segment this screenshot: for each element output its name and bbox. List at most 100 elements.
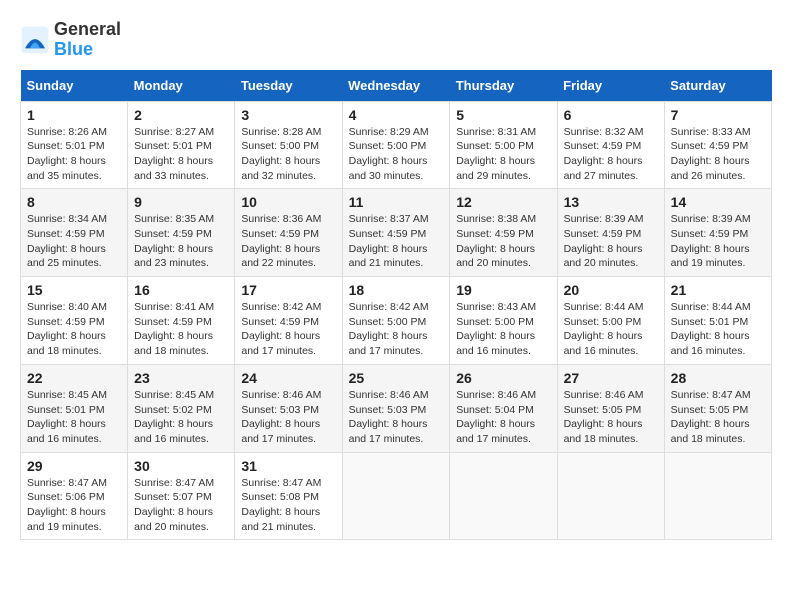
calendar-cell: 15 Sunrise: 8:40 AM Sunset: 4:59 PM Dayl… xyxy=(21,277,128,365)
day-number: 12 xyxy=(456,194,550,210)
page-header: General Blue xyxy=(20,20,772,60)
calendar-cell: 29 Sunrise: 8:47 AM Sunset: 5:06 PM Dayl… xyxy=(21,452,128,540)
day-info: Sunrise: 8:41 AM Sunset: 4:59 PM Dayligh… xyxy=(134,300,228,359)
calendar-cell: 16 Sunrise: 8:41 AM Sunset: 4:59 PM Dayl… xyxy=(128,277,235,365)
calendar-week-row: 15 Sunrise: 8:40 AM Sunset: 4:59 PM Dayl… xyxy=(21,277,772,365)
day-number: 16 xyxy=(134,282,228,298)
day-info: Sunrise: 8:39 AM Sunset: 4:59 PM Dayligh… xyxy=(564,212,658,271)
weekday-header: Thursday xyxy=(450,70,557,102)
day-number: 19 xyxy=(456,282,550,298)
day-info: Sunrise: 8:46 AM Sunset: 5:05 PM Dayligh… xyxy=(564,388,658,447)
calendar-cell: 4 Sunrise: 8:29 AM Sunset: 5:00 PM Dayli… xyxy=(342,101,450,189)
day-info: Sunrise: 8:44 AM Sunset: 5:01 PM Dayligh… xyxy=(671,300,765,359)
calendar-week-row: 1 Sunrise: 8:26 AM Sunset: 5:01 PM Dayli… xyxy=(21,101,772,189)
weekday-header: Friday xyxy=(557,70,664,102)
calendar-cell: 6 Sunrise: 8:32 AM Sunset: 4:59 PM Dayli… xyxy=(557,101,664,189)
calendar-cell: 9 Sunrise: 8:35 AM Sunset: 4:59 PM Dayli… xyxy=(128,189,235,277)
day-number: 15 xyxy=(27,282,121,298)
day-number: 14 xyxy=(671,194,765,210)
calendar-cell: 24 Sunrise: 8:46 AM Sunset: 5:03 PM Dayl… xyxy=(235,364,342,452)
weekday-header: Sunday xyxy=(21,70,128,102)
calendar-cell: 28 Sunrise: 8:47 AM Sunset: 5:05 PM Dayl… xyxy=(664,364,771,452)
day-number: 23 xyxy=(134,370,228,386)
calendar-cell: 31 Sunrise: 8:47 AM Sunset: 5:08 PM Dayl… xyxy=(235,452,342,540)
day-number: 27 xyxy=(564,370,658,386)
day-info: Sunrise: 8:40 AM Sunset: 4:59 PM Dayligh… xyxy=(27,300,121,359)
calendar-cell: 2 Sunrise: 8:27 AM Sunset: 5:01 PM Dayli… xyxy=(128,101,235,189)
day-info: Sunrise: 8:37 AM Sunset: 4:59 PM Dayligh… xyxy=(349,212,444,271)
calendar-cell: 27 Sunrise: 8:46 AM Sunset: 5:05 PM Dayl… xyxy=(557,364,664,452)
logo-text: General Blue xyxy=(54,20,121,60)
calendar-cell: 8 Sunrise: 8:34 AM Sunset: 4:59 PM Dayli… xyxy=(21,189,128,277)
day-number: 17 xyxy=(241,282,335,298)
day-number: 4 xyxy=(349,107,444,123)
day-info: Sunrise: 8:47 AM Sunset: 5:06 PM Dayligh… xyxy=(27,476,121,535)
day-number: 7 xyxy=(671,107,765,123)
calendar-cell: 17 Sunrise: 8:42 AM Sunset: 4:59 PM Dayl… xyxy=(235,277,342,365)
day-number: 1 xyxy=(27,107,121,123)
day-number: 22 xyxy=(27,370,121,386)
day-info: Sunrise: 8:47 AM Sunset: 5:07 PM Dayligh… xyxy=(134,476,228,535)
calendar-body: 1 Sunrise: 8:26 AM Sunset: 5:01 PM Dayli… xyxy=(21,101,772,540)
day-number: 18 xyxy=(349,282,444,298)
calendar-cell: 19 Sunrise: 8:43 AM Sunset: 5:00 PM Dayl… xyxy=(450,277,557,365)
day-number: 11 xyxy=(349,194,444,210)
calendar-cell: 30 Sunrise: 8:47 AM Sunset: 5:07 PM Dayl… xyxy=(128,452,235,540)
day-number: 3 xyxy=(241,107,335,123)
day-info: Sunrise: 8:47 AM Sunset: 5:08 PM Dayligh… xyxy=(241,476,335,535)
calendar-cell xyxy=(342,452,450,540)
day-info: Sunrise: 8:44 AM Sunset: 5:00 PM Dayligh… xyxy=(564,300,658,359)
calendar-cell: 13 Sunrise: 8:39 AM Sunset: 4:59 PM Dayl… xyxy=(557,189,664,277)
day-number: 5 xyxy=(456,107,550,123)
day-info: Sunrise: 8:34 AM Sunset: 4:59 PM Dayligh… xyxy=(27,212,121,271)
day-info: Sunrise: 8:36 AM Sunset: 4:59 PM Dayligh… xyxy=(241,212,335,271)
calendar-cell: 1 Sunrise: 8:26 AM Sunset: 5:01 PM Dayli… xyxy=(21,101,128,189)
day-info: Sunrise: 8:33 AM Sunset: 4:59 PM Dayligh… xyxy=(671,125,765,184)
calendar-week-row: 8 Sunrise: 8:34 AM Sunset: 4:59 PM Dayli… xyxy=(21,189,772,277)
day-info: Sunrise: 8:46 AM Sunset: 5:03 PM Dayligh… xyxy=(241,388,335,447)
calendar-cell: 20 Sunrise: 8:44 AM Sunset: 5:00 PM Dayl… xyxy=(557,277,664,365)
day-number: 25 xyxy=(349,370,444,386)
day-number: 9 xyxy=(134,194,228,210)
calendar-cell xyxy=(557,452,664,540)
calendar-cell: 21 Sunrise: 8:44 AM Sunset: 5:01 PM Dayl… xyxy=(664,277,771,365)
day-info: Sunrise: 8:43 AM Sunset: 5:00 PM Dayligh… xyxy=(456,300,550,359)
weekday-header: Wednesday xyxy=(342,70,450,102)
day-number: 31 xyxy=(241,458,335,474)
calendar-cell xyxy=(664,452,771,540)
day-number: 10 xyxy=(241,194,335,210)
day-info: Sunrise: 8:46 AM Sunset: 5:04 PM Dayligh… xyxy=(456,388,550,447)
calendar-header: SundayMondayTuesdayWednesdayThursdayFrid… xyxy=(21,70,772,102)
day-info: Sunrise: 8:31 AM Sunset: 5:00 PM Dayligh… xyxy=(456,125,550,184)
day-info: Sunrise: 8:35 AM Sunset: 4:59 PM Dayligh… xyxy=(134,212,228,271)
calendar-cell: 12 Sunrise: 8:38 AM Sunset: 4:59 PM Dayl… xyxy=(450,189,557,277)
day-number: 20 xyxy=(564,282,658,298)
day-info: Sunrise: 8:39 AM Sunset: 4:59 PM Dayligh… xyxy=(671,212,765,271)
day-number: 8 xyxy=(27,194,121,210)
calendar-week-row: 29 Sunrise: 8:47 AM Sunset: 5:06 PM Dayl… xyxy=(21,452,772,540)
day-info: Sunrise: 8:32 AM Sunset: 4:59 PM Dayligh… xyxy=(564,125,658,184)
day-number: 30 xyxy=(134,458,228,474)
calendar-cell: 26 Sunrise: 8:46 AM Sunset: 5:04 PM Dayl… xyxy=(450,364,557,452)
day-info: Sunrise: 8:47 AM Sunset: 5:05 PM Dayligh… xyxy=(671,388,765,447)
calendar-cell xyxy=(450,452,557,540)
day-info: Sunrise: 8:42 AM Sunset: 5:00 PM Dayligh… xyxy=(349,300,444,359)
logo-icon xyxy=(20,25,50,55)
day-info: Sunrise: 8:38 AM Sunset: 4:59 PM Dayligh… xyxy=(456,212,550,271)
day-info: Sunrise: 8:26 AM Sunset: 5:01 PM Dayligh… xyxy=(27,125,121,184)
day-info: Sunrise: 8:28 AM Sunset: 5:00 PM Dayligh… xyxy=(241,125,335,184)
calendar-cell: 18 Sunrise: 8:42 AM Sunset: 5:00 PM Dayl… xyxy=(342,277,450,365)
day-number: 26 xyxy=(456,370,550,386)
day-number: 2 xyxy=(134,107,228,123)
day-info: Sunrise: 8:29 AM Sunset: 5:00 PM Dayligh… xyxy=(349,125,444,184)
day-info: Sunrise: 8:45 AM Sunset: 5:02 PM Dayligh… xyxy=(134,388,228,447)
day-number: 29 xyxy=(27,458,121,474)
calendar-cell: 25 Sunrise: 8:46 AM Sunset: 5:03 PM Dayl… xyxy=(342,364,450,452)
day-info: Sunrise: 8:27 AM Sunset: 5:01 PM Dayligh… xyxy=(134,125,228,184)
weekday-header: Saturday xyxy=(664,70,771,102)
day-number: 6 xyxy=(564,107,658,123)
weekday-header: Tuesday xyxy=(235,70,342,102)
calendar-cell: 11 Sunrise: 8:37 AM Sunset: 4:59 PM Dayl… xyxy=(342,189,450,277)
day-number: 28 xyxy=(671,370,765,386)
day-number: 24 xyxy=(241,370,335,386)
